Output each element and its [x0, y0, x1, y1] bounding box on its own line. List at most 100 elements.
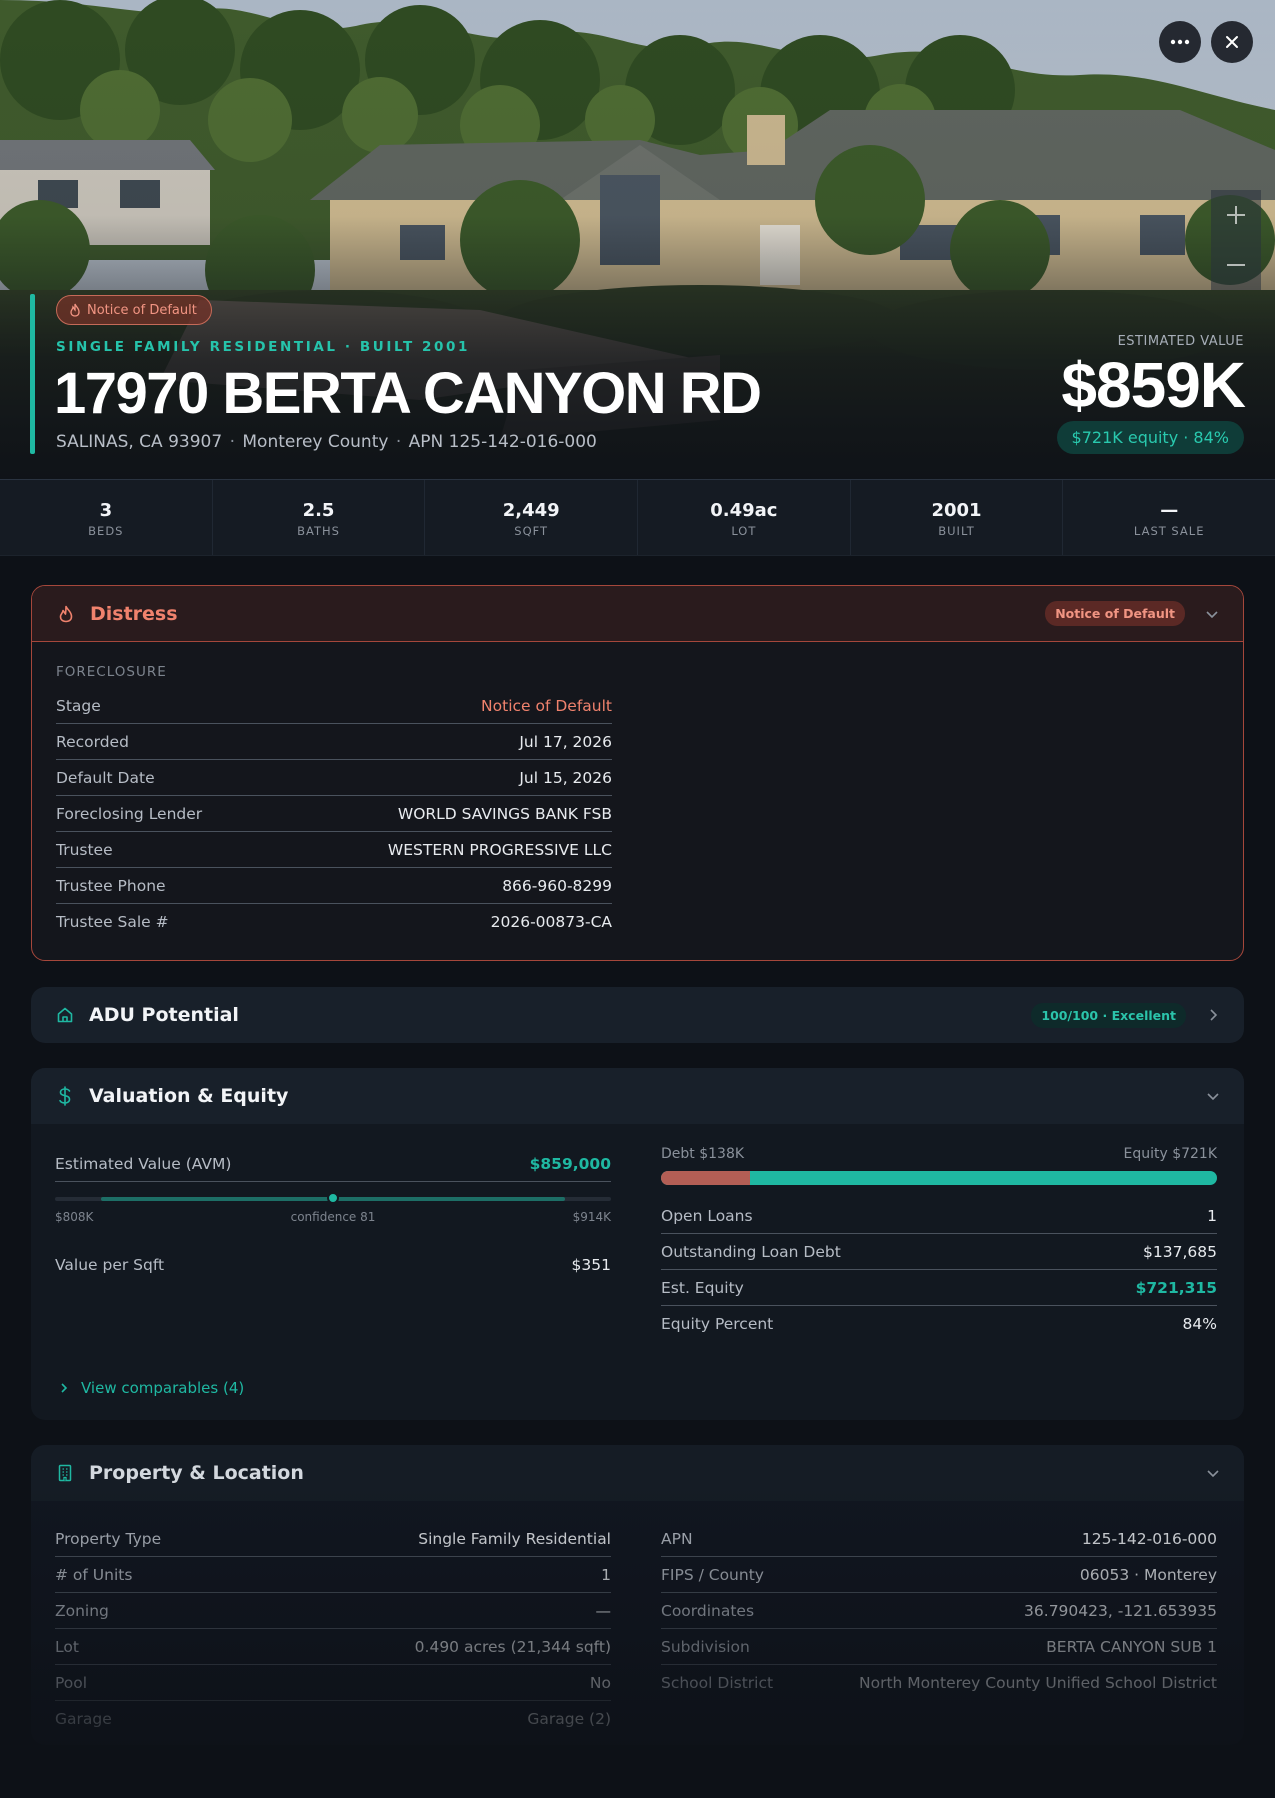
property-address-title: 17970 BERTA CANYON RD: [54, 361, 762, 426]
detail-value: BERTA CANYON SUB 1: [1046, 1637, 1217, 1656]
detail-row-fips: FIPS / County 06053 · Monterey: [661, 1557, 1217, 1593]
detail-value: 84%: [1182, 1315, 1217, 1333]
detail-key: FIPS / County: [661, 1565, 764, 1584]
view-comparables-label: View comparables (4): [81, 1379, 245, 1397]
avm-label: Estimated Value (AVM): [55, 1154, 232, 1173]
property-card-header[interactable]: Property & Location: [31, 1445, 1244, 1501]
detail-key: Property Type: [55, 1529, 162, 1548]
confidence-label: confidence 81: [290, 1210, 376, 1224]
detail-key: Stage: [56, 696, 101, 715]
detail-row-stage: Stage Notice of Default: [56, 688, 612, 724]
detail-row-loan-debt: Outstanding Loan Debt $137,685: [661, 1234, 1217, 1270]
adu-card-header[interactable]: ADU Potential 100/100 · Excellent: [31, 987, 1244, 1043]
detail-value: 36.790423, -121.653935: [1024, 1601, 1217, 1620]
detail-value: $721,315: [1135, 1278, 1217, 1297]
zoom-out-button[interactable]: [1211, 240, 1261, 290]
minus-icon: [1227, 264, 1245, 266]
foreclosure-details: Stage Notice of Default Recorded Jul 17,…: [56, 688, 612, 940]
detail-row-recorded: Recorded Jul 17, 2026: [56, 724, 612, 760]
loan-details: Open Loans 1 Outstanding Loan Debt $137,…: [661, 1198, 1217, 1342]
detail-key: Trustee Phone: [56, 876, 166, 895]
detail-row-subdivision: Subdivision BERTA CANYON SUB 1: [661, 1629, 1217, 1665]
property-stats-bar: 3 BEDS 2.5 BATHS 2,449 SQFT 0.49ac LOT 2…: [0, 480, 1275, 556]
valuation-card-header[interactable]: Valuation & Equity: [31, 1068, 1244, 1124]
detail-key: Pool: [55, 1673, 88, 1692]
close-button[interactable]: [1211, 21, 1253, 63]
stat-built: 2001 BUILT: [851, 480, 1064, 555]
stat-label: BEDS: [88, 524, 124, 538]
view-comparables-link[interactable]: View comparables (4): [59, 1379, 244, 1397]
distress-card-header[interactable]: Distress Notice of Default: [32, 586, 1243, 642]
detail-row-lot: Lot 0.490 acres (21,344 sqft): [55, 1629, 611, 1665]
detail-value: —: [595, 1601, 612, 1620]
detail-key: APN: [661, 1529, 693, 1548]
stat-label: LOT: [731, 524, 757, 538]
range-high: $914K: [572, 1210, 611, 1224]
value-per-sqft-label: Value per Sqft: [55, 1256, 165, 1274]
detail-key: Lot: [55, 1637, 79, 1656]
stat-label: LAST SALE: [1133, 524, 1205, 538]
avm-range-track: [55, 1192, 611, 1206]
detail-row-units: # of Units 1: [55, 1557, 611, 1593]
valuation-title: Valuation & Equity: [89, 1085, 289, 1107]
chevron-down-icon[interactable]: [1206, 1466, 1220, 1480]
distress-card: Distress Notice of Default FORECLOSURE S…: [31, 585, 1244, 961]
detail-key: Default Date: [56, 768, 155, 787]
detail-key: Coordinates: [661, 1601, 755, 1620]
detail-key: Foreclosing Lender: [56, 804, 203, 823]
detail-value: 0.490 acres (21,344 sqft): [414, 1637, 611, 1656]
distress-badge: Notice of Default: [56, 295, 212, 325]
stat-value: —: [1160, 500, 1179, 521]
flame-icon: [70, 303, 80, 317]
adu-title: ADU Potential: [89, 1004, 239, 1026]
hero-accent-bar: [30, 294, 35, 454]
property-type-eyebrow: SINGLE FAMILY RESIDENTIAL · BUILT 2001: [56, 339, 471, 355]
property-details-left: Property Type Single Family Residential …: [55, 1521, 611, 1737]
plus-icon: [1227, 206, 1245, 224]
chevron-right-icon: [61, 1383, 68, 1393]
value-per-sqft-row: Value per Sqft $351: [55, 1247, 611, 1283]
detail-value: WORLD SAVINGS BANK FSB: [397, 804, 612, 823]
estimated-value-label: ESTIMATED VALUE: [1117, 334, 1244, 349]
detail-key: Garage: [55, 1710, 112, 1728]
more-horizontal-icon: [1170, 39, 1190, 45]
apn-number: APN 125-142-016-000: [408, 432, 597, 452]
detail-value: $137,685: [1143, 1242, 1217, 1261]
close-icon: [1226, 36, 1238, 48]
chevron-down-icon[interactable]: [1205, 607, 1219, 621]
detail-row-property-type: Property Type Single Family Residential: [55, 1521, 611, 1557]
stat-label: SQFT: [514, 524, 549, 538]
detail-row-apn: APN 125-142-016-000: [661, 1521, 1217, 1557]
more-options-button[interactable]: [1159, 21, 1201, 63]
debt-fill: [661, 1171, 750, 1185]
detail-row-school-district: School District North Monterey County Un…: [661, 1665, 1217, 1701]
detail-key: # of Units: [55, 1565, 133, 1584]
estimated-value: $859K: [1061, 349, 1246, 421]
stat-value: 2,449: [502, 500, 560, 521]
value-per-sqft-block: Value per Sqft $351: [55, 1247, 611, 1283]
stat-value: 3: [99, 500, 113, 521]
chevron-right-icon[interactable]: [1206, 1008, 1220, 1022]
adu-score-tag: 100/100 · Excellent: [1031, 1002, 1186, 1028]
equity-pill: $721K equity · 84%: [1056, 421, 1244, 454]
detail-key: Subdivision: [661, 1637, 750, 1656]
zoom-in-button[interactable]: [1211, 190, 1261, 240]
detail-value: WESTERN PROGRESSIVE LLC: [387, 840, 612, 859]
chevron-down-icon[interactable]: [1206, 1089, 1220, 1103]
detail-value: Jul 17, 2026: [519, 732, 612, 751]
adu-potential-card[interactable]: ADU Potential 100/100 · Excellent: [31, 987, 1244, 1043]
detail-key: Equity Percent: [661, 1315, 774, 1333]
stat-value: 0.49ac: [710, 500, 778, 521]
equity-label: Equity $721K: [1123, 1146, 1217, 1162]
detail-key: School District: [661, 1674, 774, 1692]
detail-row-garage: Garage Garage (2): [55, 1701, 611, 1737]
detail-value: Single Family Residential: [418, 1529, 611, 1548]
detail-row-default-date: Default Date Jul 15, 2026: [56, 760, 612, 796]
stat-baths: 2.5 BATHS: [213, 480, 426, 555]
stat-label: BUILT: [938, 524, 975, 538]
property-location-card: Property & Location Property Type Single…: [31, 1445, 1244, 1745]
detail-row-lender: Foreclosing Lender WORLD SAVINGS BANK FS…: [56, 796, 612, 832]
detail-value: 1: [601, 1565, 611, 1584]
detail-value: Garage (2): [527, 1710, 611, 1728]
avm-block: Estimated Value (AVM) $859,000: [55, 1146, 611, 1182]
